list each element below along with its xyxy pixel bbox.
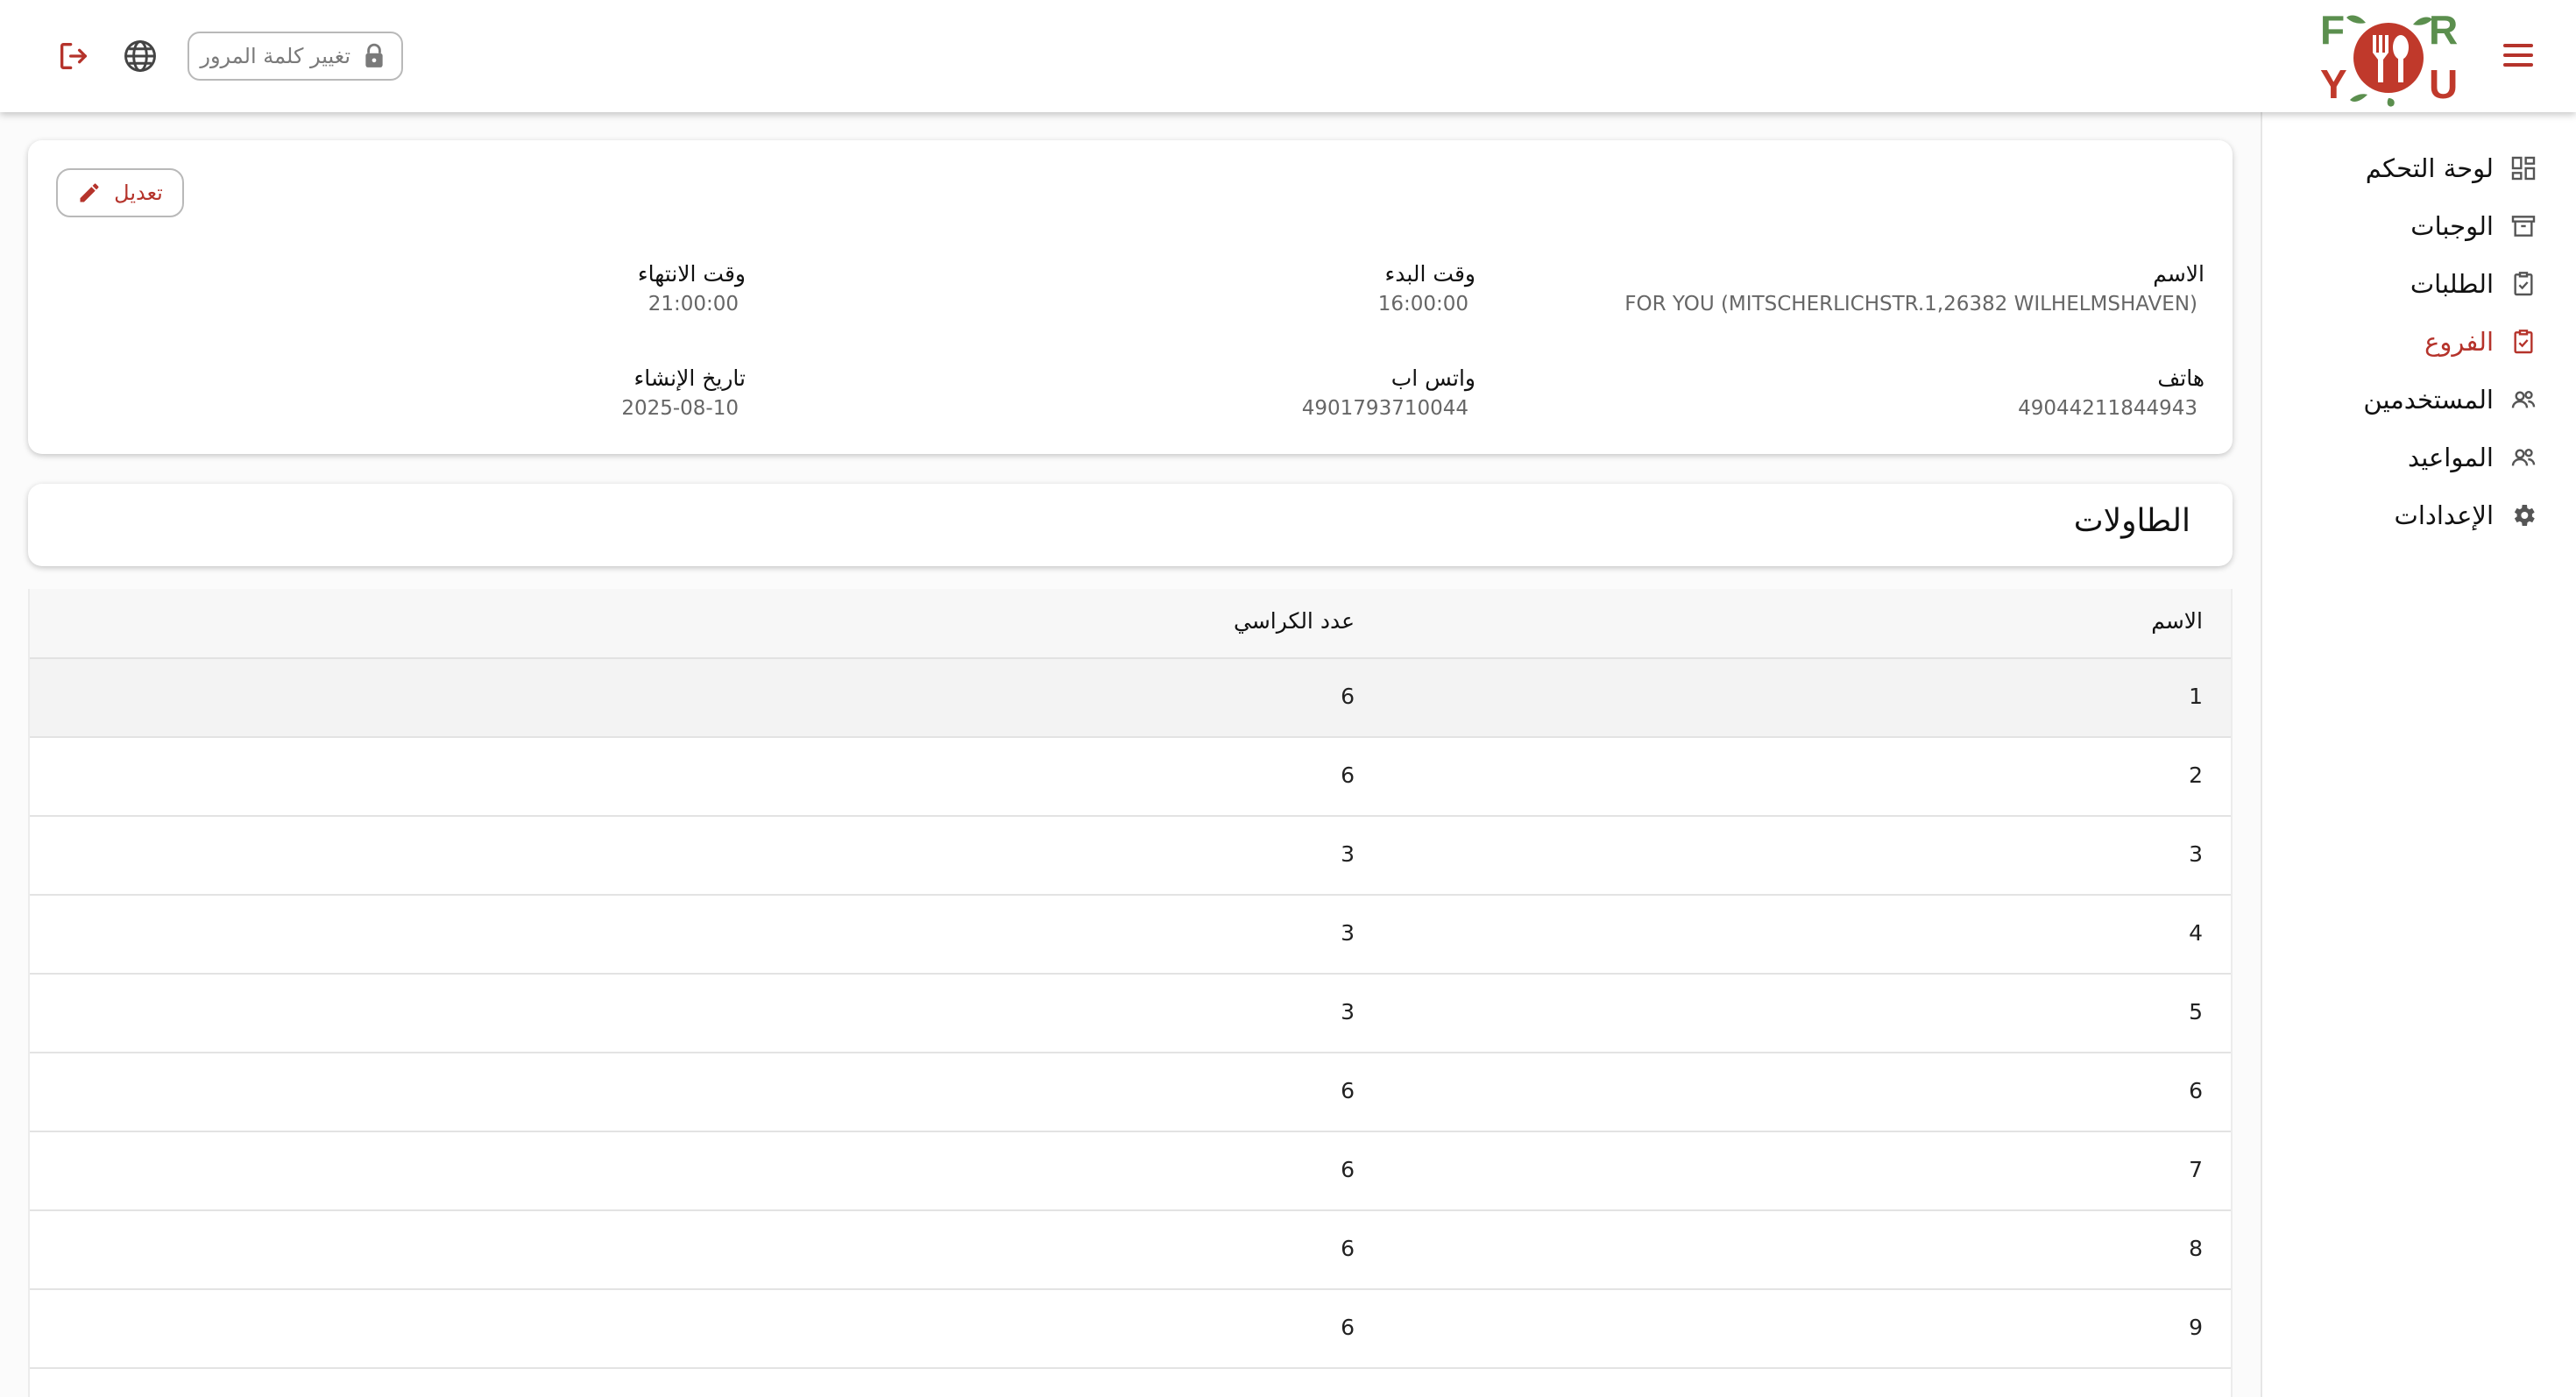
field-label: الاسم — [2153, 261, 2204, 287]
cell-chairs: 3 — [1341, 999, 1355, 1025]
users-icon — [2511, 449, 2536, 466]
field-label: هاتف — [2157, 365, 2204, 391]
column-header-name[interactable]: الاسم — [2151, 608, 2203, 634]
table-row[interactable]: 5 3 — [30, 975, 2231, 1053]
svg-text:Y: Y — [2320, 61, 2347, 107]
branch-name-field: الاسم FOR YOU (MITSCHERLICHSTR.1,26382 W… — [1624, 259, 2204, 319]
sidebar-item-label: الإعدادات — [2394, 500, 2494, 530]
section-title: الطاولات — [2073, 503, 2190, 539]
cell-name: 3 — [2189, 841, 2203, 867]
sidebar-item-appointments[interactable]: المواعيد — [2408, 436, 2537, 479]
table-header: الاسم عدد الكراسي — [30, 589, 2231, 659]
field-label: وقت البدء — [1384, 261, 1476, 287]
cell-name: 8 — [2189, 1236, 2203, 1261]
cell-chairs: 6 — [1341, 1078, 1355, 1103]
table-row[interactable]: 6 6 — [30, 1053, 2231, 1132]
svg-text:U: U — [2429, 61, 2458, 107]
table-row[interactable]: 3 3 — [30, 817, 2231, 896]
cell-chairs: 6 — [1341, 684, 1355, 709]
clipboard-check-icon — [2514, 272, 2533, 296]
phone-field: هاتف 49044211844943 — [2018, 364, 2204, 423]
pencil-icon — [80, 183, 99, 202]
logout-icon[interactable] — [54, 39, 93, 74]
field-value: 2025-08-10 — [621, 397, 739, 420]
archive-box-icon — [2511, 216, 2536, 237]
sidebar-item-orders[interactable]: الطلبات — [2410, 263, 2537, 305]
edit-button[interactable]: تعديل — [56, 168, 184, 217]
lock-icon — [365, 43, 383, 67]
sidebar-item-label: الطلبات — [2410, 269, 2494, 299]
sidebar-item-label: الوجبات — [2410, 211, 2494, 241]
field-value: 4901793710044 — [1301, 397, 1468, 420]
cell-name: 1 — [2189, 684, 2203, 709]
gear-icon — [2514, 505, 2535, 526]
sidebar: لوحة التحكم الوجبات الطلبات الفروع المست… — [2261, 112, 2576, 1397]
tables-section-header: الطاولات — [28, 484, 2233, 566]
cell-chairs: 6 — [1341, 1157, 1355, 1182]
table-row[interactable]: 7 6 — [30, 1132, 2231, 1211]
sidebar-item-settings[interactable]: الإعدادات — [2395, 494, 2537, 536]
field-value: FOR YOU (MITSCHERLICHSTR.1,26382 WILHELM… — [1624, 293, 2197, 316]
whatsapp-field: واتس اب 4901793710044 — [1302, 364, 1476, 423]
cell-name: 2 — [2189, 762, 2203, 788]
for-you-logo: F R Y U — [2320, 7, 2458, 107]
cell-name: 4 — [2189, 920, 2203, 946]
created-at-field: تاريخ الإنشاء 2025-08-10 — [621, 364, 746, 423]
edit-label: تعديل — [114, 181, 163, 205]
sidebar-item-meals[interactable]: الوجبات — [2410, 205, 2537, 247]
sidebar-item-label: المستخدمين — [2363, 385, 2494, 415]
cell-chairs: 6 — [1341, 762, 1355, 788]
sidebar-item-dashboard[interactable]: لوحة التحكم — [2366, 147, 2537, 189]
table-row[interactable]: 4 3 — [30, 896, 2231, 975]
start-time-field: وقت البدء 16:00:00 — [1378, 259, 1476, 319]
end-time-field: وقت الانتهاء 21:00:00 — [638, 259, 746, 319]
cell-chairs: 3 — [1341, 920, 1355, 946]
table-row[interactable]: 1 6 — [30, 659, 2231, 738]
dashboard-icon — [2511, 156, 2536, 181]
field-label: تاريخ الإنشاء — [633, 365, 746, 391]
change-password-label: تغيير كلمة المرور — [200, 44, 350, 68]
menu-icon[interactable] — [2503, 42, 2533, 68]
language-globe-icon[interactable] — [121, 37, 159, 75]
cell-name: 9 — [2189, 1315, 2203, 1340]
tables-table: الاسم عدد الكراسي 1 6 2 6 3 3 4 3 5 3 6 … — [28, 589, 2233, 1397]
top-app-bar: F R Y U تغيير كلمة المرور — [0, 0, 2576, 112]
sidebar-item-label: لوحة التحكم — [2365, 153, 2494, 183]
sidebar-item-label: المواعيد — [2408, 443, 2494, 472]
cell-chairs: 6 — [1341, 1315, 1355, 1340]
svg-text:R: R — [2429, 7, 2458, 53]
cell-name: 5 — [2189, 999, 2203, 1025]
sidebar-item-label: الفروع — [2424, 327, 2494, 357]
cell-chairs: 6 — [1341, 1236, 1355, 1261]
users-icon — [2511, 391, 2536, 408]
field-label: وقت الانتهاء — [637, 261, 746, 287]
table-row[interactable]: 2 6 — [30, 738, 2231, 817]
svg-text:F: F — [2320, 7, 2345, 53]
branch-info-card: تعديل الاسم FOR YOU (MITSCHERLICHSTR.1,2… — [28, 140, 2233, 454]
sidebar-item-users[interactable]: المستخدمين — [2363, 379, 2537, 421]
table-row[interactable]: 8 6 — [30, 1211, 2231, 1290]
field-value: 21:00:00 — [648, 293, 739, 316]
field-value: 16:00:00 — [1377, 293, 1468, 316]
cell-name: 6 — [2189, 1078, 2203, 1103]
column-header-chairs[interactable]: عدد الكراسي — [1234, 608, 1355, 634]
change-password-button[interactable]: تغيير كلمة المرور — [188, 32, 403, 81]
sidebar-item-branches[interactable]: الفروع — [2424, 321, 2537, 363]
field-value: 49044211844943 — [2018, 397, 2197, 420]
cell-name: 7 — [2189, 1157, 2203, 1182]
cell-chairs: 3 — [1341, 841, 1355, 867]
clipboard-check-icon — [2514, 330, 2533, 354]
field-label: واتس اب — [1391, 365, 1476, 391]
table-row[interactable]: 9 6 — [30, 1290, 2231, 1369]
